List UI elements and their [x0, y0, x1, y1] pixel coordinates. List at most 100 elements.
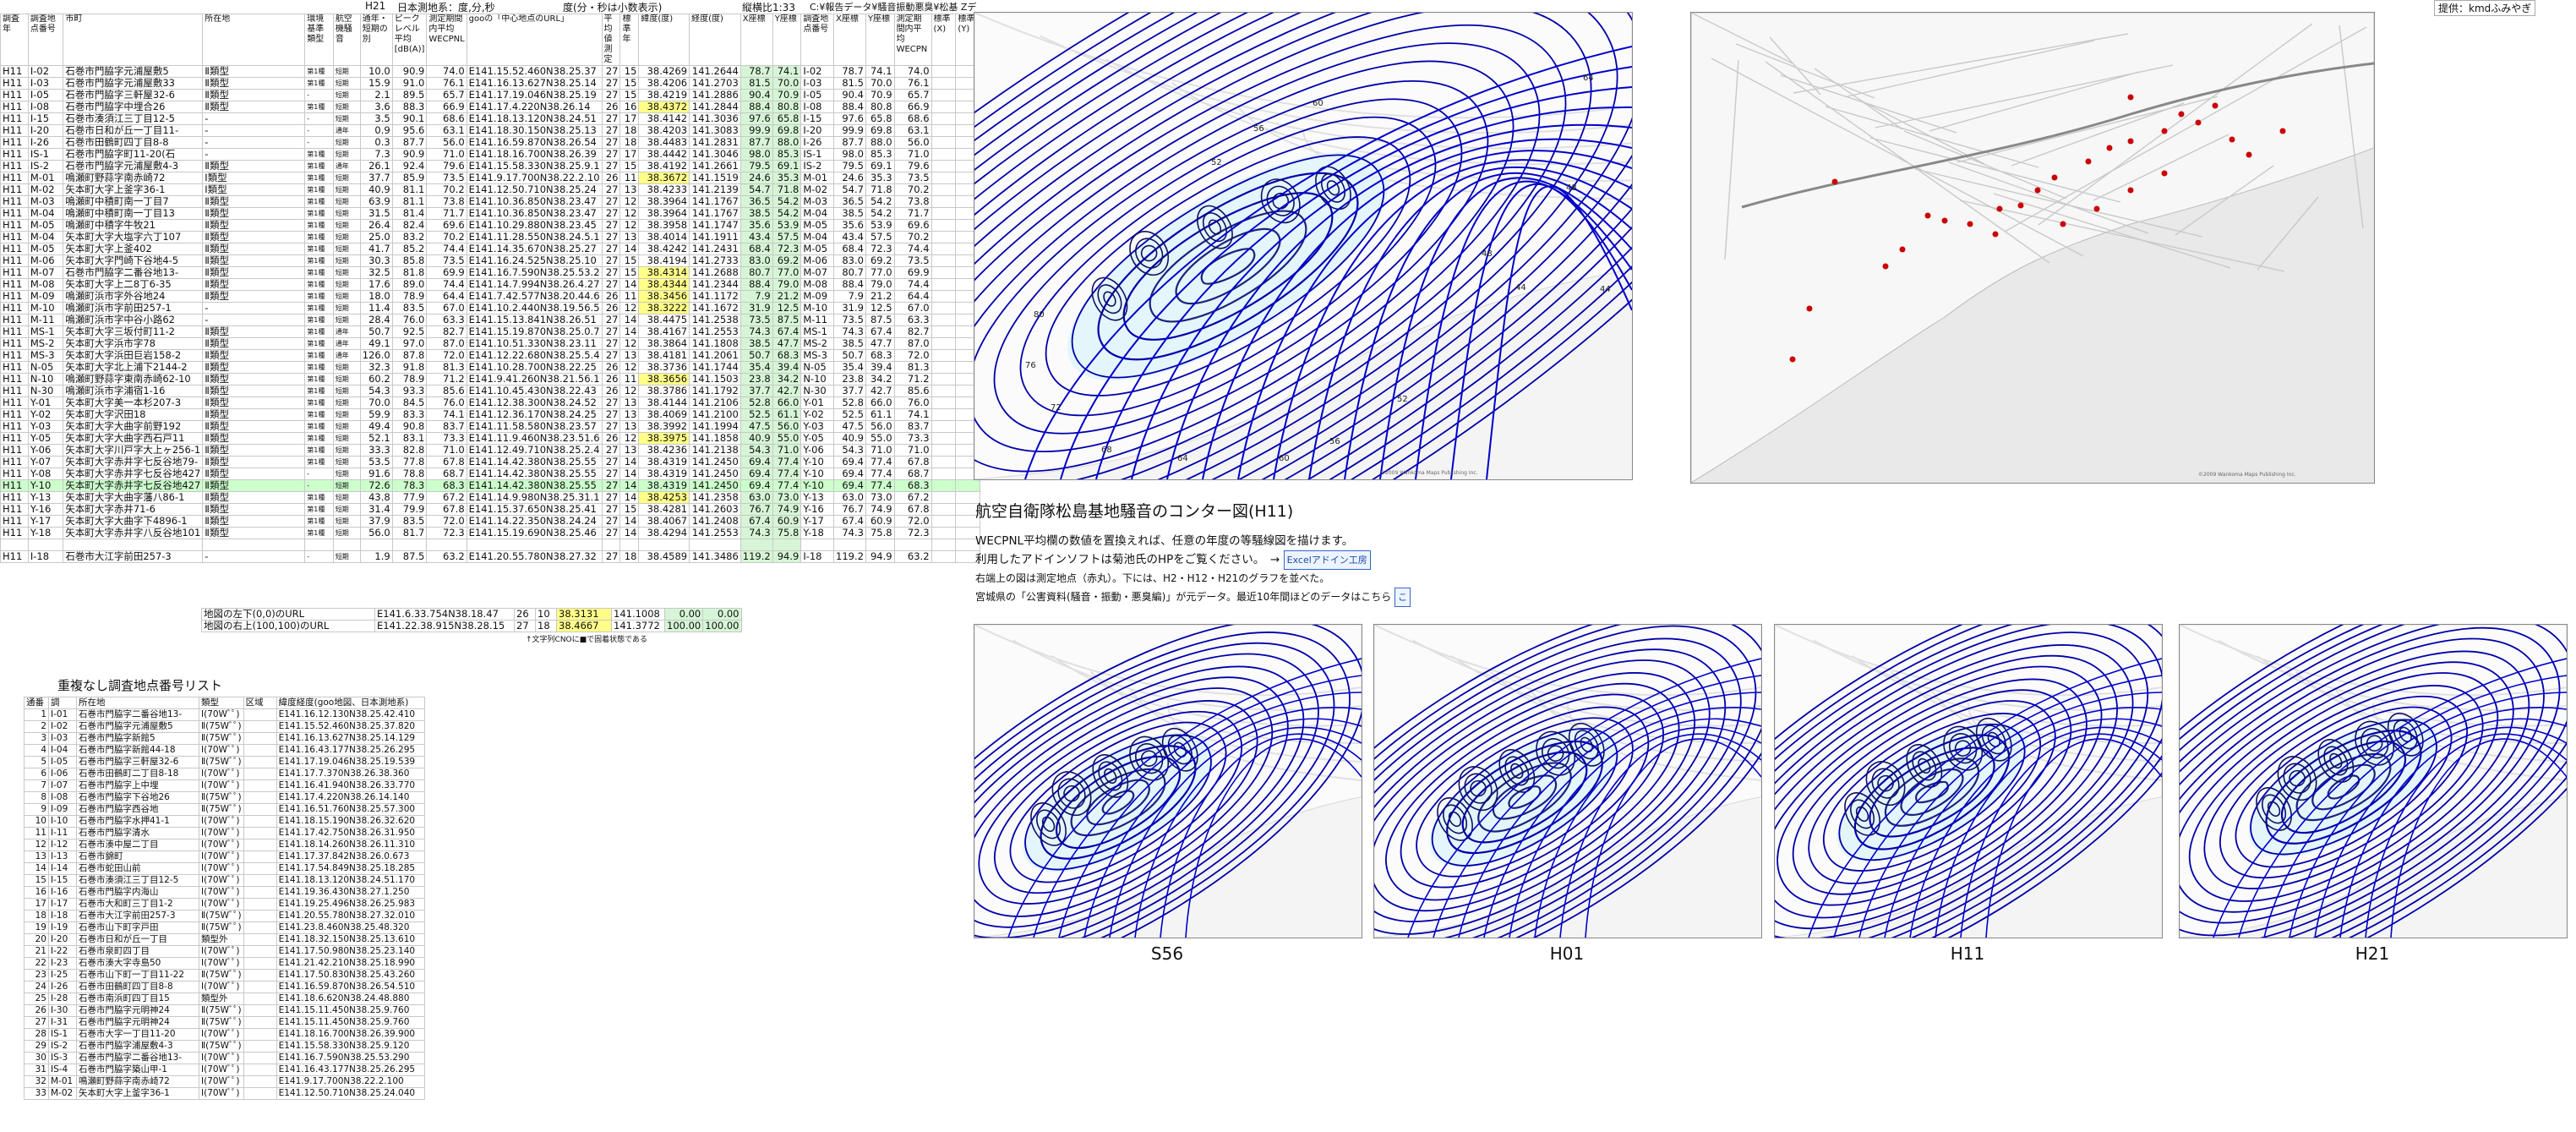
table-cell[interactable]: Ⅰ(70Wﾞﾟ) — [199, 874, 244, 887]
table-cell[interactable]: 77.4 — [772, 456, 802, 468]
table-cell[interactable]: E141.12.38.300N38.24.52 — [466, 396, 603, 409]
table-cell[interactable]: 第1種 — [304, 77, 334, 90]
table-cell[interactable]: 石巻市湊中屋二丁目 — [76, 839, 199, 851]
table-cell[interactable]: 74.1 — [772, 65, 802, 78]
list-item[interactable]: 28 IS-1 石巻市大字一丁目11-20 Ⅰ(70Wﾞﾟ) E141.18.16.70… — [24, 1028, 425, 1041]
list-item[interactable]: 21 I-22 石巻市泉町四丁目 Ⅰ(70Wﾞﾟ) E141.17.50.980N38.… — [24, 945, 425, 958]
table-cell[interactable]: 70.2 — [893, 231, 932, 243]
table-cell[interactable]: 38.4144 — [638, 396, 690, 409]
table-cell[interactable] — [689, 539, 741, 551]
table-cell[interactable]: 78.7 — [833, 65, 866, 78]
table-cell[interactable]: 141.2450 — [689, 468, 741, 480]
table-cell[interactable]: 73.8 — [893, 195, 932, 208]
table-cell[interactable]: M-02 — [48, 1087, 77, 1100]
table-cell[interactable]: 27 — [601, 160, 621, 172]
table-cell[interactable]: Ⅰ(70Wﾞﾟ) — [199, 850, 244, 863]
table-cell[interactable]: I-03 — [48, 732, 77, 745]
table-cell[interactable]: 68.3 — [426, 479, 467, 492]
table-cell[interactable]: 71.0 — [772, 444, 802, 457]
table-cell[interactable]: 87.8 — [391, 349, 428, 362]
table-cell[interactable] — [0, 539, 29, 551]
table-cell[interactable]: 70.0 — [865, 77, 895, 90]
table-cell[interactable]: 38.5 — [740, 207, 773, 220]
table-cell[interactable]: 矢本町大字赤井字七反谷地79- — [63, 456, 204, 468]
table-cell[interactable]: 85.2 — [391, 243, 428, 255]
table-cell[interactable]: 23.8 — [740, 373, 773, 386]
table-cell[interactable]: 第1種 — [304, 325, 334, 338]
table-cell[interactable]: H11 — [0, 479, 29, 492]
table-cell[interactable]: 54.2 — [865, 195, 895, 208]
table-cell[interactable]: - — [304, 89, 334, 101]
table-cell[interactable]: E141.11.9.460N38.23.51.6 — [466, 432, 603, 445]
table-cell[interactable]: Ⅱ類型 — [202, 65, 306, 78]
table-cell[interactable]: 66.9 — [426, 101, 467, 113]
table-cell[interactable] — [931, 77, 957, 90]
table-cell[interactable] — [893, 539, 932, 551]
table-cell[interactable]: E141.17.19.046N38.25.19.539 — [276, 756, 425, 768]
table-cell[interactable]: 68.6 — [426, 112, 467, 125]
table-cell[interactable]: 第1種 — [304, 266, 334, 279]
table-cell[interactable]: 141.2061 — [689, 349, 741, 362]
table-cell[interactable]: E141.15.11.450N38.25.9.760 — [276, 1004, 425, 1017]
table-row[interactable]: H11 IS-1 石巻市門脇字町11-20(石 - 第1種 短期 7.3 90.9 71.0 E1… — [0, 148, 980, 161]
table-cell[interactable]: E141.18.13.120N38.24.51.170 — [276, 874, 425, 887]
table-cell[interactable]: 71.0 — [426, 148, 467, 161]
table-cell[interactable]: H11 — [0, 112, 29, 125]
list-item[interactable]: 10 I-10 石巻市門脇字水押41-1 Ⅰ(70Wﾞﾟ) E141.18.15.190… — [24, 815, 425, 828]
table-cell[interactable]: 70.2 — [893, 183, 932, 196]
table-cell[interactable]: 18 — [535, 620, 557, 632]
table-cell[interactable]: 141.2603 — [689, 503, 741, 516]
table-cell[interactable]: 38.4483 — [638, 136, 690, 149]
table-cell[interactable] — [243, 898, 277, 911]
table-cell[interactable]: E141.9.41.260N38.21.56.1 — [466, 373, 603, 386]
table-cell[interactable]: 18 — [619, 124, 640, 137]
table-cell[interactable]: 短期 — [332, 314, 361, 326]
table-cell[interactable]: Ⅱ類型 — [202, 432, 306, 445]
table-cell[interactable] — [243, 993, 277, 1005]
table-cell[interactable]: H11 — [0, 550, 29, 563]
table-row[interactable]: H11 Y-08 矢本町大字赤井字七反谷地427 Ⅱ類型 - 短期 91.6 78.8 68.7… — [0, 468, 980, 480]
table-cell[interactable]: E141.20.55.780N38.27.32.010 — [276, 910, 425, 922]
table-cell[interactable]: 81.7 — [391, 527, 428, 539]
table-cell[interactable] — [466, 539, 603, 551]
table-cell[interactable]: 矢本町大字浜田巨岩158-2 — [63, 349, 204, 362]
table-cell[interactable]: 鳴瀬町中積町南一丁目7 — [63, 195, 204, 208]
table-cell[interactable]: 27 — [601, 325, 621, 338]
table-cell[interactable]: 56.0 — [865, 420, 895, 433]
table-cell[interactable]: 39.4 — [865, 361, 895, 374]
table-cell[interactable]: E141.15.11.450N38.25.9.760 — [276, 1016, 425, 1029]
table-cell[interactable]: 矢本町大字赤井71-6 — [63, 503, 204, 516]
table-cell[interactable]: 27 — [601, 195, 621, 208]
list-item[interactable]: 16 I-16 石巻市門脇字内海山 Ⅰ(70Wﾞﾟ) E141.19.36.430N38… — [24, 886, 425, 899]
table-cell[interactable] — [243, 827, 277, 839]
table-cell[interactable]: 80.7 — [740, 266, 773, 279]
table-cell[interactable]: 38.4253 — [638, 491, 690, 504]
table-cell[interactable]: Y-16 — [800, 503, 835, 516]
table-cell[interactable]: Y-01 — [27, 396, 64, 409]
table-cell[interactable]: 72.6 — [359, 479, 393, 492]
table-cell[interactable]: 短期 — [332, 101, 361, 113]
table-cell[interactable]: Ⅱ類型 — [202, 479, 306, 492]
table-cell[interactable]: 55.0 — [772, 432, 802, 445]
table-cell[interactable]: 72.0 — [426, 515, 467, 528]
table-row[interactable]: H11 N-05 矢本町大字北上浦下2144-2 Ⅱ類型 第1種 短期 32.3 91.8 81… — [0, 361, 980, 374]
table-cell[interactable]: Ⅰ(70Wﾞﾟ) — [199, 862, 244, 875]
table-cell[interactable]: 68.3 — [893, 479, 932, 492]
table-cell[interactable]: 141.2733 — [689, 254, 741, 267]
table-row[interactable]: H11 M-07 石巻市門脇字二番谷地13- Ⅱ類型 第1種 短期 32.5 81.8 69.9… — [0, 266, 980, 279]
table-cell[interactable]: 81.4 — [391, 207, 428, 220]
table-cell[interactable]: 65.7 — [893, 89, 932, 101]
table-cell[interactable]: 76.1 — [426, 77, 467, 90]
table-cell[interactable]: 矢本町大字沢田18 — [63, 408, 204, 421]
table-cell[interactable]: 27 — [601, 278, 621, 291]
table-cell[interactable]: I-03 — [800, 77, 835, 90]
table-cell[interactable]: 38.4475 — [638, 314, 690, 326]
table-cell[interactable]: E141.17.50.980N38.25.23.140 — [276, 945, 425, 958]
table-cell[interactable]: 38.3864 — [638, 337, 690, 350]
table-cell[interactable]: 77.0 — [772, 266, 802, 279]
table-cell[interactable]: 83.5 — [391, 515, 428, 528]
table-cell[interactable]: 第1種 — [304, 408, 334, 421]
table-cell[interactable]: N-05 — [800, 361, 835, 374]
table-cell[interactable]: 38.3736 — [638, 361, 690, 374]
table-cell[interactable]: 141.3486 — [689, 550, 741, 563]
